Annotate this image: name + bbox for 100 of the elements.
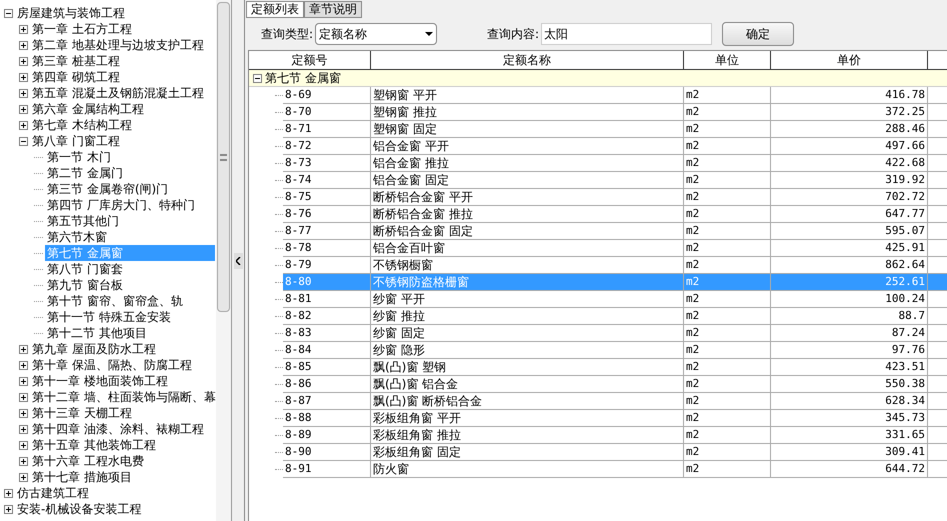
- expand-icon[interactable]: [19, 120, 28, 130]
- expand-icon[interactable]: [4, 504, 13, 514]
- table-cell: 8-77: [283, 223, 371, 240]
- expand-icon[interactable]: [19, 88, 28, 98]
- tree-item[interactable]: 第十六章 工程水电费: [30, 453, 146, 469]
- table-row[interactable]: 8-77 断桥铝合金窗 固定 m2 595.07: [249, 223, 947, 240]
- expand-icon[interactable]: [19, 40, 28, 50]
- tree-item[interactable]: 第九章 屋面及防水工程: [30, 341, 158, 357]
- tree-item[interactable]: 房屋建筑与装饰工程: [15, 5, 127, 21]
- expand-icon[interactable]: [19, 376, 28, 386]
- tab[interactable]: 章节说明: [304, 1, 362, 18]
- table-row[interactable]: 8-74 铝合金窗 固定 m2 319.92: [249, 172, 947, 189]
- table-row[interactable]: 8-71 塑钢窗 固定 m2 288.46: [249, 121, 947, 138]
- expand-icon[interactable]: [19, 360, 28, 370]
- tree-item[interactable]: 第八章 门窗工程: [30, 133, 122, 149]
- table-cell: 断桥铝合金窗 固定: [371, 223, 684, 240]
- expand-icon[interactable]: [19, 424, 28, 434]
- table-cell: 331.65: [771, 427, 928, 444]
- expand-icon[interactable]: [19, 72, 28, 82]
- scrollbar[interactable]: [216, 0, 231, 521]
- table-cell: 8-74: [283, 172, 371, 189]
- table-row[interactable]: 8-76 断桥铝合金窗 推拉 m2 647.77: [249, 206, 947, 223]
- expand-icon[interactable]: [19, 472, 28, 482]
- tree-item[interactable]: 第四节 厂库房大门、特种门: [45, 197, 197, 213]
- tree-item[interactable]: 第三章 桩基工程: [30, 53, 122, 69]
- table-cell: 319.92: [771, 172, 928, 189]
- tree-item[interactable]: 第五节其他门: [45, 213, 121, 229]
- expand-icon[interactable]: [19, 24, 28, 34]
- table-row[interactable]: 8-84 纱窗 隐形 m2 97.76: [249, 342, 947, 359]
- tree-item[interactable]: 第十节 窗帘、窗帘盒、轨: [45, 293, 185, 309]
- tree-item[interactable]: 第一章 土石方工程: [30, 21, 134, 37]
- table-row[interactable]: 8-85 飘(凸)窗 塑钢 m2 423.51: [249, 359, 947, 376]
- expand-icon[interactable]: [19, 104, 28, 114]
- table-row[interactable]: 8-82 纱窗 推拉 m2 88.7: [249, 308, 947, 325]
- tree-item[interactable]: 第十三章 天棚工程: [30, 405, 134, 421]
- tree-item[interactable]: 第十二节 其他项目: [45, 325, 149, 341]
- collapse-icon[interactable]: [253, 74, 262, 82]
- table-row[interactable]: 8-90 彩板组角窗 固定 m2 309.41: [249, 444, 947, 461]
- tree-item[interactable]: 第四章 砌筑工程: [30, 69, 122, 85]
- query-type-dropdown[interactable]: 定额名称: [315, 23, 438, 45]
- table-row[interactable]: 8-73 铝合金窗 推拉 m2 422.68: [249, 155, 947, 172]
- tree-item[interactable]: 第十二章 墙、柱面装饰与隔断、幕: [30, 389, 216, 405]
- table-cell: 8-88: [283, 410, 371, 427]
- collapse-icon[interactable]: [19, 136, 28, 146]
- table-cell: 423.51: [771, 359, 928, 376]
- table-row[interactable]: 8-69 塑钢窗 平开 m2 416.78: [249, 87, 947, 104]
- tree-item[interactable]: 第十一章 楼地面装饰工程: [30, 373, 170, 389]
- table-row[interactable]: 8-88 彩板组角窗 平开 m2 345.73: [249, 410, 947, 427]
- tree-item[interactable]: 第三节 金属卷帘(闸)门: [45, 181, 170, 197]
- expand-icon[interactable]: [19, 392, 28, 402]
- column-header[interactable]: 单价: [771, 51, 928, 69]
- table-row[interactable]: 8-72 铝合金窗 平开 m2 497.66: [249, 138, 947, 155]
- tree-item[interactable]: 第十一节 特殊五金安装: [45, 309, 173, 325]
- table-row[interactable]: 8-89 彩板组角窗 推拉 m2 331.65: [249, 427, 947, 444]
- table-cell: m2: [684, 461, 771, 478]
- tree-item[interactable]: 第五章 混凝土及钢筋混凝土工程: [30, 85, 206, 101]
- table-cell: 铝合金窗 平开: [371, 138, 684, 155]
- collapse-icon[interactable]: [4, 8, 13, 18]
- table-row[interactable]: 8-86 飘(凸)窗 铝合金 m2 550.38: [249, 376, 947, 393]
- query-content-field[interactable]: 太阳: [541, 23, 712, 45]
- collapse-panel-button[interactable]: [234, 252, 242, 268]
- table-cell: 97.76: [771, 342, 928, 359]
- table-row[interactable]: 8-83 纱窗 固定 m2 87.24: [249, 325, 947, 342]
- table-cell: m2: [684, 155, 771, 172]
- expand-icon[interactable]: [19, 344, 28, 354]
- tree-item[interactable]: 第九节 窗台板: [45, 277, 125, 293]
- table-row[interactable]: 8-75 断桥铝合金窗 平开 m2 702.72: [249, 189, 947, 206]
- tree-item[interactable]: 第八节 门窗套: [45, 261, 125, 277]
- table-row[interactable]: 8-87 飘(凸)窗 断桥铝合金 m2 628.34: [249, 393, 947, 410]
- tree-item[interactable]: 第六章 金属结构工程: [30, 101, 146, 117]
- tree-item[interactable]: 第十七章 措施项目: [30, 469, 134, 485]
- expand-icon[interactable]: [19, 440, 28, 450]
- table-cell: m2: [684, 359, 771, 376]
- table-row[interactable]: 8-70 塑钢窗 推拉 m2 372.25: [249, 104, 947, 121]
- expand-icon[interactable]: [19, 408, 28, 418]
- table-cell: 8-91: [283, 461, 371, 478]
- tree-item[interactable]: 第一节 木门: [45, 149, 113, 165]
- table-row[interactable]: 8-81 纱窗 平开 m2 100.24: [249, 291, 947, 308]
- tree-item[interactable]: 第二章 地基处理与边坡支护工程: [30, 37, 206, 53]
- expand-icon[interactable]: [19, 56, 28, 66]
- tree-item[interactable]: 第十五章 其他装饰工程: [30, 437, 158, 453]
- table-row[interactable]: 8-91 防火窗 m2 644.72: [249, 461, 947, 478]
- tab[interactable]: 定额列表: [246, 1, 304, 18]
- column-header[interactable]: 定额名称: [371, 51, 684, 69]
- tree-item[interactable]: 第七章 木结构工程: [30, 117, 134, 133]
- tree-item[interactable]: 第二节 金属门: [45, 165, 125, 181]
- tree-item[interactable]: 仿古建筑工程: [15, 485, 91, 501]
- tree-item[interactable]: 安装-机械设备安装工程: [15, 501, 144, 517]
- table-cell: 497.66: [771, 138, 928, 155]
- expand-icon[interactable]: [4, 488, 13, 498]
- column-header[interactable]: 单位: [684, 51, 771, 69]
- tree-item[interactable]: 第十四章 油漆、涂料、裱糊工程: [30, 421, 206, 437]
- column-header[interactable]: 定额号: [249, 51, 371, 69]
- table-row[interactable]: 8-78 铝合金百叶窗 m2 425.91: [249, 240, 947, 257]
- table-cell: m2: [684, 342, 771, 359]
- tree-item[interactable]: 第六节木窗: [45, 229, 109, 245]
- tree-item[interactable]: 第十章 保温、隔热、防腐工程: [30, 357, 194, 373]
- table-cell: 纱窗 平开: [371, 291, 684, 308]
- expand-icon[interactable]: [19, 456, 28, 466]
- confirm-button[interactable]: 确定: [722, 22, 794, 46]
